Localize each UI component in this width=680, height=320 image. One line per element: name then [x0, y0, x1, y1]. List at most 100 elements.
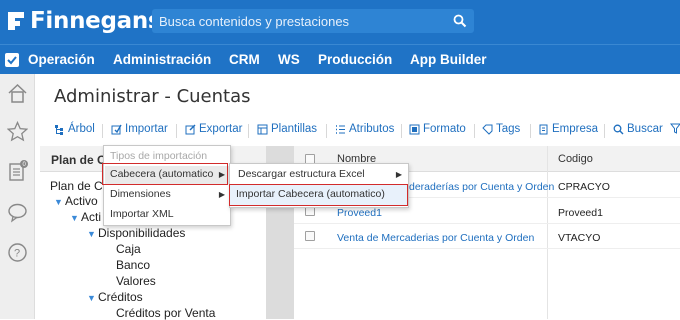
tree-node-label: Acti — [81, 210, 102, 224]
row-name-link[interactable]: Venta de Mercaderias por Cuenta y Orden — [337, 232, 534, 244]
toolbar-divider — [248, 124, 249, 138]
chat-icon[interactable] — [7, 202, 28, 223]
toolbar-empresa-button[interactable]: Empresa — [538, 123, 598, 135]
menu-crm[interactable]: CRM — [229, 52, 260, 67]
toolbar-divider — [326, 124, 327, 138]
home-icon[interactable] — [7, 83, 28, 104]
tree-node-label: Créditos — [98, 290, 143, 304]
search-box[interactable] — [152, 9, 474, 33]
submenu-arrow-icon: ▶ — [218, 190, 225, 199]
toolbar-divider — [176, 124, 177, 138]
tree-node-label: Valores — [116, 274, 156, 288]
tree-node[interactable]: Valores — [116, 274, 156, 288]
filter-icon[interactable] — [670, 123, 680, 134]
tree-node-label: Disponibilidades — [98, 226, 186, 240]
svg-text:?: ? — [14, 248, 20, 260]
tree-node[interactable]: ▼ Disponibilidades — [87, 226, 185, 240]
toolbar-divider — [474, 124, 475, 138]
brand-logo[interactable]: Finnegans — [6, 5, 162, 37]
menu-item-dimensiones[interactable]: Dimensiones — [110, 188, 171, 200]
tag-icon — [482, 124, 493, 135]
toolbar-plantillas-button[interactable]: Plantillas — [257, 123, 317, 135]
tree-node-label: Banco — [116, 258, 151, 272]
tree-node-label: Plan de C — [50, 179, 103, 193]
expand-icon[interactable]: ▼ — [87, 293, 98, 303]
menu-operacion[interactable]: Operación — [28, 52, 95, 67]
toolbar-tags-label: Tags — [496, 123, 521, 135]
left-icon-rail: 0 ? — [0, 74, 35, 319]
tree-node-label: Créditos por Venta — [116, 306, 216, 320]
expand-icon[interactable]: ▼ — [87, 229, 98, 239]
toolbar-divider — [401, 124, 402, 138]
toolbar-empresa-label: Empresa — [552, 123, 599, 135]
search-input[interactable] — [152, 9, 442, 33]
page-title: Administrar - Cuentas — [54, 86, 251, 107]
toolbar-plantillas-label: Plantillas — [271, 123, 318, 135]
toolbar-divider — [604, 124, 605, 138]
row-checkbox[interactable] — [305, 231, 315, 241]
main-menu-bar: Operación Administración CRM WS Producci… — [0, 44, 680, 74]
app-checkbox-icon[interactable] — [5, 53, 19, 67]
toolbar-importar-button[interactable]: Importar — [111, 123, 168, 135]
row-code: VTACYO — [558, 232, 601, 244]
expand-icon[interactable]: ▼ — [54, 197, 65, 207]
toolbar-arbol-label: Árbol — [68, 123, 95, 135]
company-icon — [539, 124, 548, 134]
toolbar-exportar-label: Exportar — [199, 123, 243, 135]
highlight-box-cabecera — [102, 163, 228, 185]
brand-name: Finnegans — [30, 8, 162, 34]
toolbar: Árbol Importar Exportar Plantillas Atrib… — [48, 120, 680, 142]
tree-icon — [55, 124, 63, 135]
menu-app-builder[interactable]: App Builder — [410, 52, 487, 67]
import-menu: Tipos de importación Cabecera (automatic… — [103, 145, 231, 226]
tree-node[interactable]: Créditos por Venta — [116, 306, 215, 320]
toolbar-exportar-button[interactable]: Exportar — [185, 123, 242, 135]
menu-item-importar-cabecera[interactable]: Importar Cabecera (automatico) — [236, 188, 385, 200]
toolbar-divider — [102, 124, 103, 138]
toolbar-atributos-label: Atributos — [349, 123, 395, 135]
menu-produccion[interactable]: Producción — [318, 52, 392, 67]
toolbar-buscar-label: Buscar — [627, 123, 663, 135]
attributes-icon — [336, 124, 345, 134]
tree-node[interactable]: Caja — [116, 242, 141, 256]
menu-item-tipos-importacion: Tipos de importación — [110, 150, 208, 162]
tree-node[interactable]: ▼ Acti — [70, 210, 101, 224]
help-icon[interactable]: ? — [7, 242, 28, 263]
brand-mark-icon — [6, 10, 28, 32]
star-icon[interactable] — [6, 120, 29, 142]
submenu-arrow-icon: ▶ — [395, 170, 402, 179]
expand-icon[interactable]: ▼ — [70, 213, 81, 223]
row-code: CPRACYO — [558, 181, 610, 193]
toolbar-atributos-button[interactable]: Atributos — [335, 123, 394, 135]
search-icon[interactable] — [453, 14, 467, 28]
toolbar-arbol-button[interactable]: Árbol — [54, 123, 95, 135]
tree-node-label: Caja — [116, 242, 141, 256]
format-icon — [409, 124, 420, 134]
tree-node[interactable]: ▼ Activo — [54, 194, 98, 208]
toolbar-importar-label: Importar — [125, 123, 168, 135]
menu-item-descargar-estructura[interactable]: Descargar estructura Excel — [238, 168, 365, 180]
row-name-link[interactable]: deraderías por Cuenta y Orden — [409, 181, 554, 193]
table-row[interactable]: Venta de Mercaderias por Cuenta y Orden … — [294, 225, 680, 249]
menu-administracion[interactable]: Administración — [113, 52, 211, 67]
row-name-link[interactable]: Proveed1 — [337, 207, 382, 219]
import-icon — [111, 124, 122, 134]
tree-node[interactable]: Plan de C — [50, 179, 103, 193]
menu-ws[interactable]: WS — [278, 52, 300, 67]
toolbar-formato-button[interactable]: Formato — [409, 123, 466, 135]
toolbar-formato-label: Formato — [423, 123, 466, 135]
search-icon — [613, 124, 624, 134]
tree-node-label: Activo — [65, 194, 98, 208]
top-bar: Finnegans — [0, 0, 680, 44]
row-code: Proveed1 — [558, 207, 603, 219]
menu-item-importar-xml[interactable]: Importar XML — [110, 208, 174, 220]
tasks-icon[interactable]: 0 — [7, 160, 28, 181]
templates-icon — [257, 124, 268, 134]
tree-node[interactable]: Banco — [116, 258, 150, 272]
column-header-codigo[interactable]: Codigo — [558, 153, 593, 165]
tree-node[interactable]: ▼ Créditos — [87, 290, 143, 304]
toolbar-divider — [530, 124, 531, 138]
toolbar-tags-button[interactable]: Tags — [482, 123, 520, 135]
highlight-box-importar-cabecera[interactable]: Importar Cabecera (automatico) — [229, 184, 408, 206]
toolbar-buscar-button[interactable]: Buscar — [613, 123, 663, 135]
